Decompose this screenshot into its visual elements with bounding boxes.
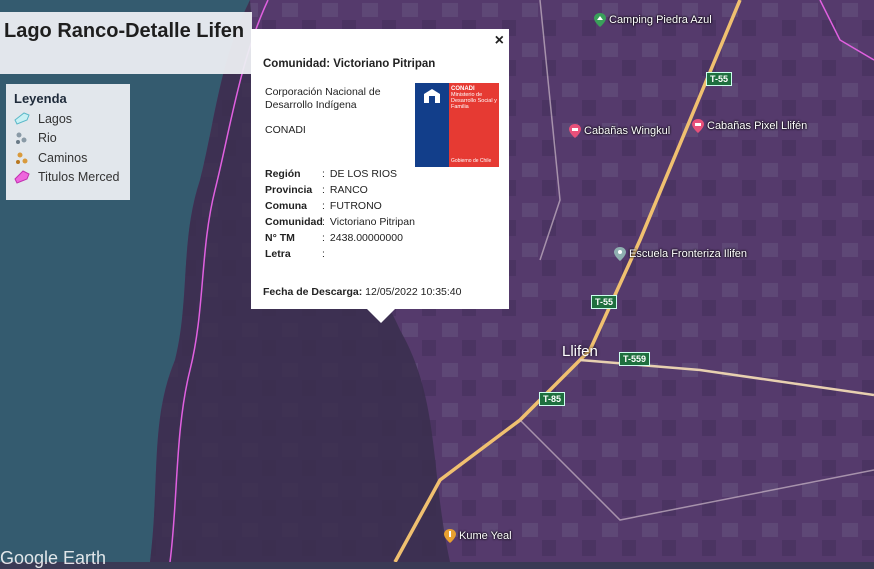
info-popup: × Comunidad: Victoriano Pitripan Corpora… [251,29,509,323]
legend-label: Rio [38,131,57,146]
road-badge: T-85 [539,392,566,406]
place-camping-piedra-azul[interactable]: Camping Piedra Azul [594,13,712,27]
place-label: Kume Yeal [459,530,512,542]
map-title-panel: Lago Ranco-Detalle Lifen [0,12,252,74]
merced-icon [14,170,30,184]
place-label: Cabañas Wingkul [584,125,671,137]
field-row: N° TM: 2438.00000000 [265,232,403,244]
popup-title: Comunidad: Victoriano Pitripan [263,58,436,70]
field-value: 2438.00000000 [329,232,403,244]
place-cabanas-pixel-llifen[interactable]: Cabañas Pixel Llifén [692,119,807,133]
field-row: Comuna: FUTRONO [265,200,382,212]
conadi-logo: CONADI Ministerio de Desarrollo Social y… [415,83,499,167]
logo-ministry: Ministerio de Desarrollo Social y Famili… [451,92,497,110]
field-row: Comunidad: Victoriano Pitripan [265,216,415,228]
field-row: Letra: [265,248,325,260]
road-badge: T-55 [706,72,733,86]
river-icon [16,132,27,145]
place-label: Escuela Fronteriza Ilifen [629,248,747,260]
field-key: Letra [265,248,291,260]
town-label: Llifen [562,343,598,360]
logo-emblem [415,83,449,167]
field-row: Región: DE LOS RIOS [265,168,398,180]
legend-label: Lagos [38,111,73,126]
legend-item-lagos[interactable]: Lagos [14,109,122,129]
legend-heading: Leyenda [14,91,67,106]
field-value: FUTRONO [329,200,382,212]
logo-text-block: CONADI Ministerio de Desarrollo Social y… [449,83,499,167]
field-key: Comuna [265,200,307,212]
field-key: Provincia [265,184,313,196]
lodging-icon [569,124,581,138]
place-label: Cabañas Pixel Llifén [707,120,808,132]
field-row: Provincia: RANCO [265,184,368,196]
legend-item-caminos[interactable]: Caminos [14,148,122,168]
legend-label: Titulos Merced [38,170,120,185]
road-badge: T-55 [591,295,618,309]
field-key: N° TM [265,232,295,244]
field-value: DE LOS RIOS [329,168,398,180]
food-icon [444,529,456,543]
map-title: Lago Ranco-Detalle Lifen [4,20,245,42]
field-key: Región [265,168,301,180]
legend-item-titulos-merced[interactable]: Titulos Merced [14,168,122,188]
org-name: Corporación Nacional de Desarrollo Indíg… [265,86,381,111]
place-label: Camping Piedra Azul [609,14,712,26]
legend-label: Caminos [38,150,88,165]
field-key: Comunidad [265,216,323,228]
close-icon[interactable]: × [495,32,504,50]
lake-icon [14,112,30,125]
road-badge: T-559 [619,352,651,366]
legend-item-rio[interactable]: Rio [14,129,122,149]
legend-panel: Leyenda Lagos Rio Caminos Titulos Merced [6,84,130,200]
popup-fields: Región: DE LOS RIOS Provincia: RANCO Com… [265,166,415,262]
google-earth-watermark: Google Earth [0,548,107,568]
emblem-icon [424,89,440,103]
logo-gov: Gobierno de Chile [451,158,492,164]
field-value: RANCO [329,184,368,196]
roads-icon [16,152,28,164]
field-value: Victoriano Pitripan [329,216,415,228]
school-icon [614,247,626,261]
download-value: 12/05/2022 10:35:40 [365,286,462,298]
place-escuela-fronteriza[interactable]: Escuela Fronteriza Ilifen [614,247,747,261]
lodging-icon [692,119,704,133]
org-acronym: CONADI [265,124,306,136]
camping-icon [594,13,606,27]
download-date: Fecha de Descarga: 12/05/2022 10:35:40 [263,286,461,298]
place-kume-yeal[interactable]: Kume Yeal [444,529,512,543]
place-cabanas-wingkul[interactable]: Cabañas Wingkul [569,124,670,138]
download-label: Fecha de Descarga: [263,286,363,298]
